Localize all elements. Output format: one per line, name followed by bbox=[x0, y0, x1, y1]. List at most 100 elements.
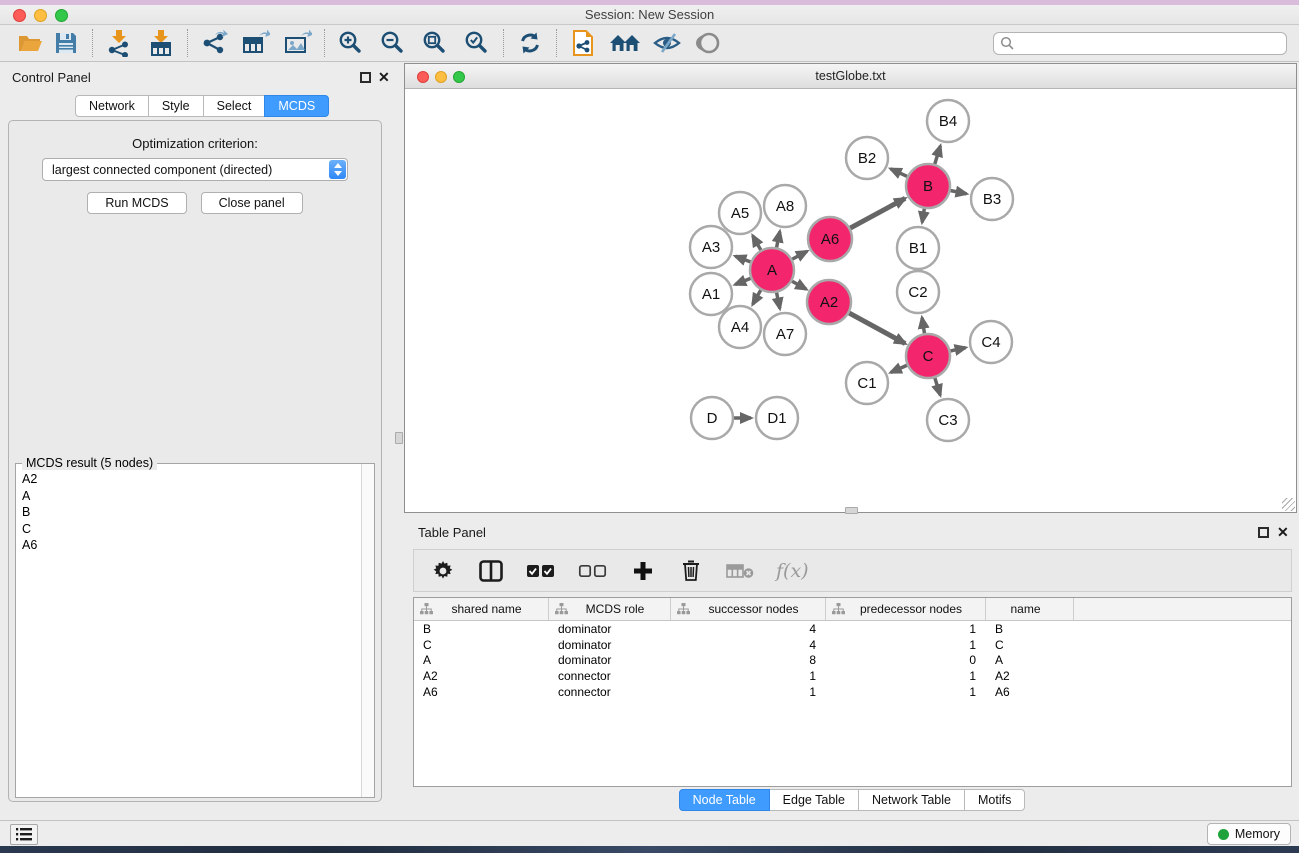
table-row[interactable]: Adominator80A bbox=[414, 653, 1291, 669]
edge-A-A4[interactable] bbox=[753, 289, 762, 304]
node-A7[interactable]: A7 bbox=[764, 313, 806, 355]
network-close-button[interactable] bbox=[417, 71, 429, 83]
tab-select[interactable]: Select bbox=[203, 95, 266, 117]
export-table-icon[interactable] bbox=[238, 28, 274, 58]
columns-icon[interactable] bbox=[478, 556, 504, 586]
edge-A-A5[interactable] bbox=[753, 236, 762, 251]
node-C1[interactable]: C1 bbox=[846, 362, 888, 404]
zoom-selected-icon[interactable] bbox=[459, 28, 495, 58]
node-B3[interactable]: B3 bbox=[971, 178, 1013, 220]
result-item[interactable]: B bbox=[22, 504, 361, 521]
node-A4[interactable]: A4 bbox=[719, 306, 761, 348]
table-row[interactable]: A2connector11A2 bbox=[414, 668, 1291, 684]
select-all-icon[interactable] bbox=[526, 556, 556, 586]
edge-A6-B[interactable] bbox=[849, 198, 905, 228]
column-header-shared-name[interactable]: shared name bbox=[414, 598, 549, 620]
result-item[interactable]: C bbox=[22, 521, 361, 538]
tab-style[interactable]: Style bbox=[148, 95, 204, 117]
node-A2[interactable]: A2 bbox=[807, 280, 851, 324]
edge-B-B2[interactable] bbox=[891, 169, 908, 177]
edge-A2-C[interactable] bbox=[848, 313, 905, 344]
new-network-from-file-icon[interactable] bbox=[565, 28, 601, 58]
home-icon[interactable] bbox=[607, 28, 643, 58]
refresh-icon[interactable] bbox=[512, 28, 548, 58]
node-B4[interactable]: B4 bbox=[927, 100, 969, 142]
edge-A-A8[interactable] bbox=[776, 231, 779, 248]
result-item[interactable]: A2 bbox=[22, 471, 361, 488]
close-panel-button[interactable]: Close panel bbox=[201, 192, 303, 214]
tab-mcds[interactable]: MCDS bbox=[264, 95, 329, 117]
criterion-dropdown[interactable]: largest connected component (directed) bbox=[42, 158, 348, 181]
network-maximize-button[interactable] bbox=[453, 71, 465, 83]
delete-icon[interactable] bbox=[678, 556, 704, 586]
edge-B-B3[interactable] bbox=[950, 190, 967, 193]
resize-grip-icon[interactable] bbox=[1282, 498, 1295, 511]
edge-A-A1[interactable] bbox=[735, 278, 751, 284]
node-C3[interactable]: C3 bbox=[927, 399, 969, 441]
zoom-fit-icon[interactable] bbox=[417, 28, 453, 58]
edge-C-C1[interactable] bbox=[891, 365, 908, 373]
node-A6[interactable]: A6 bbox=[808, 217, 852, 261]
node-D[interactable]: D bbox=[691, 397, 733, 439]
node-B2[interactable]: B2 bbox=[846, 137, 888, 179]
control-panel-close-icon[interactable]: ✕ bbox=[378, 71, 390, 83]
network-canvas[interactable]: B4B2BB3A8A5A6A3B1AC2A1A2A4A7C4CC1DD1C3 bbox=[405, 89, 1296, 512]
node-A8[interactable]: A8 bbox=[764, 185, 806, 227]
mcds-result-list[interactable]: A2ABCA6 bbox=[16, 464, 361, 797]
tab-network[interactable]: Network bbox=[75, 95, 149, 117]
network-minimize-button[interactable] bbox=[435, 71, 447, 83]
open-file-icon[interactable] bbox=[12, 28, 48, 58]
tab-edge-table[interactable]: Edge Table bbox=[769, 789, 859, 811]
function-builder-icon[interactable]: f(x) bbox=[776, 556, 809, 586]
edge-A-A3[interactable] bbox=[735, 256, 751, 262]
edge-A-A6[interactable] bbox=[791, 251, 807, 259]
table-row[interactable]: Bdominator41B bbox=[414, 621, 1291, 637]
minimize-window-button[interactable] bbox=[34, 9, 47, 22]
deselect-all-icon[interactable] bbox=[578, 556, 608, 586]
edge-C-C3[interactable] bbox=[935, 377, 941, 395]
eye-icon[interactable] bbox=[691, 28, 727, 58]
edge-C-C4[interactable] bbox=[949, 348, 965, 352]
export-image-icon[interactable] bbox=[280, 28, 316, 58]
tab-node-table[interactable]: Node Table bbox=[679, 789, 770, 811]
result-item[interactable]: A bbox=[22, 488, 361, 505]
result-item[interactable]: A6 bbox=[22, 537, 361, 554]
memory-button[interactable]: Memory bbox=[1207, 823, 1291, 845]
maximize-window-button[interactable] bbox=[55, 9, 68, 22]
mcds-result-scrollbar[interactable] bbox=[361, 464, 374, 797]
search-field[interactable] bbox=[993, 32, 1287, 55]
node-B[interactable]: B bbox=[906, 164, 950, 208]
edge-A-A7[interactable] bbox=[776, 292, 779, 309]
edge-B-B4[interactable] bbox=[934, 146, 940, 165]
table-panel-float-icon[interactable] bbox=[1258, 527, 1269, 538]
column-header-successor-nodes[interactable]: successor nodes bbox=[671, 598, 826, 620]
node-D1[interactable]: D1 bbox=[756, 397, 798, 439]
split-divider-handle[interactable] bbox=[845, 507, 858, 514]
column-header-predecessor-nodes[interactable]: predecessor nodes bbox=[826, 598, 986, 620]
control-panel-float-icon[interactable] bbox=[360, 72, 371, 83]
node-A5[interactable]: A5 bbox=[719, 192, 761, 234]
task-history-button[interactable] bbox=[10, 824, 38, 845]
node-B1[interactable]: B1 bbox=[897, 227, 939, 269]
node-A[interactable]: A bbox=[750, 248, 794, 292]
gear-icon[interactable] bbox=[430, 556, 456, 586]
tab-network-table[interactable]: Network Table bbox=[858, 789, 965, 811]
node-C2[interactable]: C2 bbox=[897, 271, 939, 313]
node-A1[interactable]: A1 bbox=[690, 273, 732, 315]
save-session-icon[interactable] bbox=[48, 28, 84, 58]
table-row[interactable]: Cdominator41C bbox=[414, 637, 1291, 653]
node-C[interactable]: C bbox=[906, 334, 950, 378]
import-network-icon[interactable] bbox=[101, 28, 137, 58]
split-divider-handle[interactable] bbox=[395, 432, 403, 444]
edge-C-C2[interactable] bbox=[922, 318, 925, 335]
network-window-titlebar[interactable]: testGlobe.txt bbox=[405, 64, 1296, 89]
column-header-MCDS-role[interactable]: MCDS role bbox=[549, 598, 671, 620]
zoom-out-icon[interactable] bbox=[375, 28, 411, 58]
import-table-icon[interactable] bbox=[143, 28, 179, 58]
hide-panels-icon[interactable] bbox=[649, 28, 685, 58]
search-input[interactable] bbox=[1015, 36, 1280, 50]
table-row[interactable]: A6connector11A6 bbox=[414, 684, 1291, 700]
node-C4[interactable]: C4 bbox=[970, 321, 1012, 363]
run-mcds-button[interactable]: Run MCDS bbox=[87, 192, 186, 214]
column-header-name[interactable]: name bbox=[986, 598, 1074, 620]
